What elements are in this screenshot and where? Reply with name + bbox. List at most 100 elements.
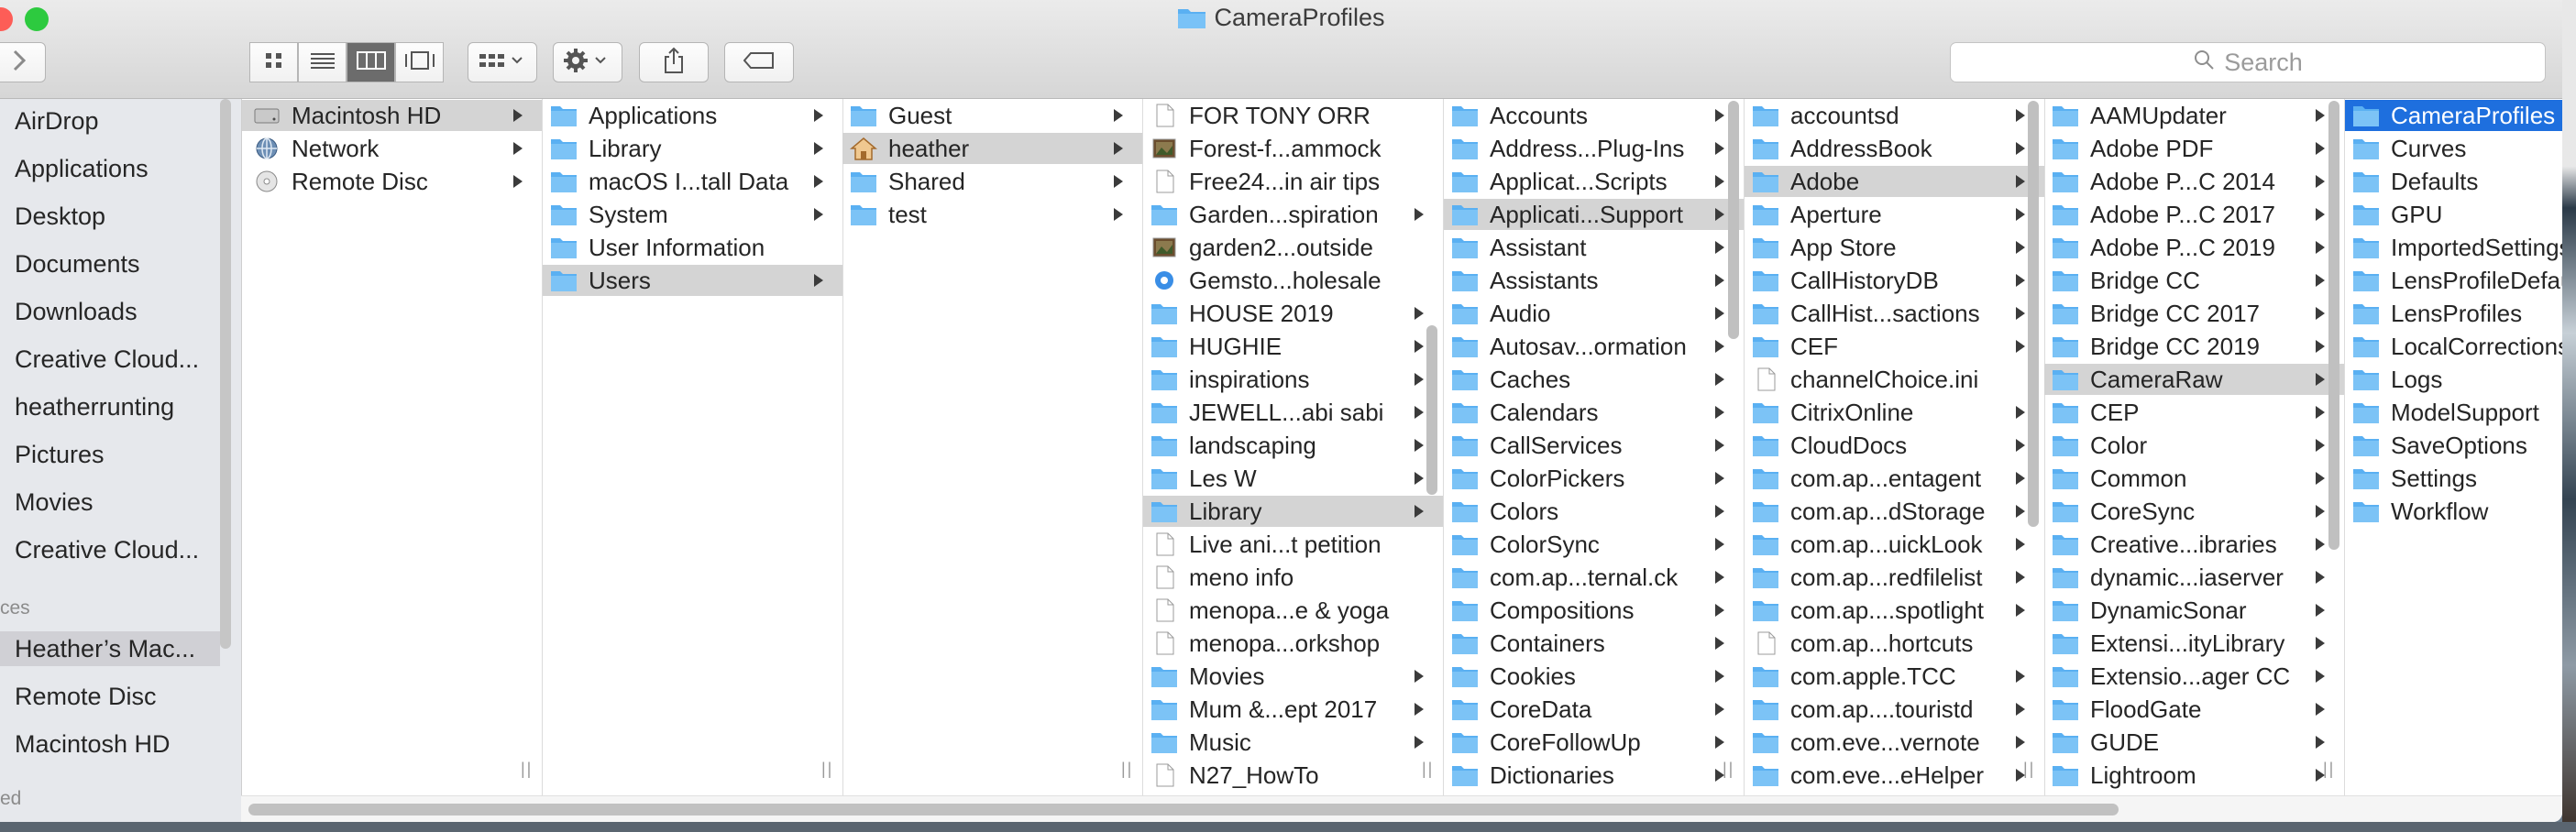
column-resize-handle[interactable]: ||	[1723, 760, 1734, 779]
folder-row[interactable]: Lightroom	[2044, 760, 2344, 791]
folder-row[interactable]: landscaping	[1143, 430, 1443, 461]
folder-row[interactable]: LocalCorrections	[2345, 331, 2562, 362]
folder-row[interactable]: com.eve...eHelper	[1745, 760, 2044, 791]
folder-row[interactable]: com.ap...redfilelist	[1745, 562, 2044, 593]
folder-row[interactable]: HOUSE 2019	[1143, 298, 1443, 329]
folder-row[interactable]: App Store	[1745, 232, 2044, 263]
sidebar-scrollbar[interactable]	[220, 99, 231, 649]
folder-row[interactable]: com.ap....spotlight	[1745, 595, 2044, 626]
folder-row[interactable]: Extensi...ityLibrary	[2044, 628, 2344, 659]
folder-row[interactable]: Les W	[1143, 463, 1443, 494]
horizontal-scroll-thumb[interactable]	[248, 804, 2119, 816]
file-row[interactable]: N27_HowTo	[1143, 760, 1443, 791]
folder-row[interactable]: com.apple.TCC	[1745, 661, 2044, 692]
folder-row[interactable]: Extensio...ager CC	[2044, 661, 2344, 692]
folder-row[interactable]: LensProfiles	[2345, 298, 2562, 329]
sidebar-item[interactable]: Documents	[0, 246, 220, 281]
folder-row[interactable]: CoreFollowUp	[1444, 727, 1744, 758]
folder-row[interactable]: Color	[2044, 430, 2344, 461]
folder-row[interactable]: Shared	[842, 166, 1142, 197]
folder-row[interactable]: LensProfileDefaults	[2345, 265, 2562, 296]
folder-row[interactable]: CloudDocs	[1745, 430, 2044, 461]
file-row[interactable]: com.ap...hortcuts	[1745, 628, 2044, 659]
folder-row[interactable]: Containers	[1444, 628, 1744, 659]
folder-row[interactable]: Autosav...ormation	[1444, 331, 1744, 362]
sidebar-item[interactable]: Remote Disc	[0, 679, 220, 714]
folder-row[interactable]: Applicat...Scripts	[1444, 166, 1744, 197]
folder-row[interactable]: Caches	[1444, 364, 1744, 395]
folder-row[interactable]: FloodGate	[2044, 694, 2344, 725]
folder-row[interactable]: JEWELL...abi sabi	[1143, 397, 1443, 428]
folder-row[interactable]: CallHist...sactions	[1745, 298, 2044, 329]
sidebar-item[interactable]: heatherrunting	[0, 389, 220, 424]
sidebar-item[interactable]: AirDrop	[0, 104, 220, 138]
file-row[interactable]: meno info	[1143, 562, 1443, 593]
file-row[interactable]: heather	[842, 133, 1142, 164]
folder-row[interactable]: Defaults	[2345, 166, 2562, 197]
column-scrollbar[interactable]	[2328, 101, 2339, 550]
sidebar-item[interactable]: Macintosh HD	[0, 727, 220, 761]
folder-row[interactable]: CoreSync	[2044, 496, 2344, 527]
folder-row[interactable]: ModelSupport	[2345, 397, 2562, 428]
folder-row[interactable]: GUDE	[2044, 727, 2344, 758]
folder-row[interactable]: Assistant	[1444, 232, 1744, 263]
folder-row[interactable]: com.eve...vernote	[1745, 727, 2044, 758]
icon-view-button[interactable]	[249, 42, 298, 82]
sidebar-item[interactable]: Pictures	[0, 437, 220, 472]
folder-row[interactable]: DynamicSonar	[2044, 595, 2344, 626]
folder-row[interactable]: CoreData	[1444, 694, 1744, 725]
sidebar-item[interactable]: Applications	[0, 151, 220, 186]
file-row[interactable]: garden2...outside	[1143, 232, 1443, 263]
folder-row[interactable]: Logs	[2345, 364, 2562, 395]
folder-row[interactable]: HUGHIE	[1143, 331, 1443, 362]
folder-row[interactable]: macOS I...tall Data	[543, 166, 842, 197]
folder-row[interactable]: Bridge CC 2017	[2044, 298, 2344, 329]
gallery-view-button[interactable]	[395, 42, 444, 82]
file-row[interactable]: Free24...in air tips	[1143, 166, 1443, 197]
file-row[interactable]: menopa...orkshop	[1143, 628, 1443, 659]
view-mode-control[interactable]	[249, 42, 444, 82]
folder-row[interactable]: Adobe P...C 2017	[2044, 199, 2344, 230]
folder-row[interactable]: Guest	[842, 100, 1142, 131]
folder-row[interactable]: CEF	[1745, 331, 2044, 362]
folder-row[interactable]: CallHistoryDB	[1745, 265, 2044, 296]
column-view-button[interactable]	[347, 42, 395, 82]
folder-row[interactable]: com.ap....touristd	[1745, 694, 2044, 725]
folder-row[interactable]: Bridge CC	[2044, 265, 2344, 296]
folder-row[interactable]: dynamic...iaserver	[2044, 562, 2344, 593]
folder-row[interactable]: com.ap...entagent	[1745, 463, 2044, 494]
folder-row[interactable]: Aperture	[1745, 199, 2044, 230]
folder-row[interactable]: Adobe	[1745, 166, 2044, 197]
sidebar-item[interactable]: Creative Cloud...	[0, 342, 220, 377]
arrange-button[interactable]	[468, 42, 537, 82]
folder-row[interactable]: Assistants	[1444, 265, 1744, 296]
folder-row[interactable]: GPU	[2345, 199, 2562, 230]
column-resize-handle[interactable]: ||	[821, 760, 833, 779]
column-scrollbar[interactable]	[1426, 325, 1437, 495]
folder-row[interactable]: SaveOptions	[2345, 430, 2562, 461]
folder-row[interactable]: Curves	[2345, 133, 2562, 164]
folder-row[interactable]: CEP	[2044, 397, 2344, 428]
file-row[interactable]: Macintosh HD	[242, 100, 542, 131]
folder-row[interactable]: com.ap...dStorage	[1745, 496, 2044, 527]
folder-row[interactable]: Bridge CC 2019	[2044, 331, 2344, 362]
folder-row[interactable]: CitrixOnline	[1745, 397, 2044, 428]
folder-row[interactable]: test	[842, 199, 1142, 230]
column-resize-handle[interactable]: ||	[521, 760, 533, 779]
folder-row[interactable]: Adobe P...C 2019	[2044, 232, 2344, 263]
folder-row[interactable]: CameraProfiles	[2345, 100, 2562, 131]
folder-row[interactable]: System	[543, 199, 842, 230]
folder-row[interactable]: CameraRaw	[2044, 364, 2344, 395]
folder-row[interactable]: Mum &...ept 2017	[1143, 694, 1443, 725]
folder-row[interactable]: com.ap...uickLook	[1745, 529, 2044, 560]
folder-row[interactable]: Applications	[543, 100, 842, 131]
folder-row[interactable]: Library	[543, 133, 842, 164]
file-row[interactable]: Gemsto...holesale	[1143, 265, 1443, 296]
folder-row[interactable]: Creative...ibraries	[2044, 529, 2344, 560]
horizontal-scrollbar[interactable]	[241, 795, 2562, 822]
folder-row[interactable]: Dictionaries	[1444, 760, 1744, 791]
column-resize-handle[interactable]: ||	[2323, 760, 2335, 779]
folder-row[interactable]: Settings	[2345, 463, 2562, 494]
sidebar-item[interactable]: Heather’s Mac...	[0, 631, 220, 666]
sidebar-item[interactable]: Creative Cloud...	[0, 532, 220, 567]
